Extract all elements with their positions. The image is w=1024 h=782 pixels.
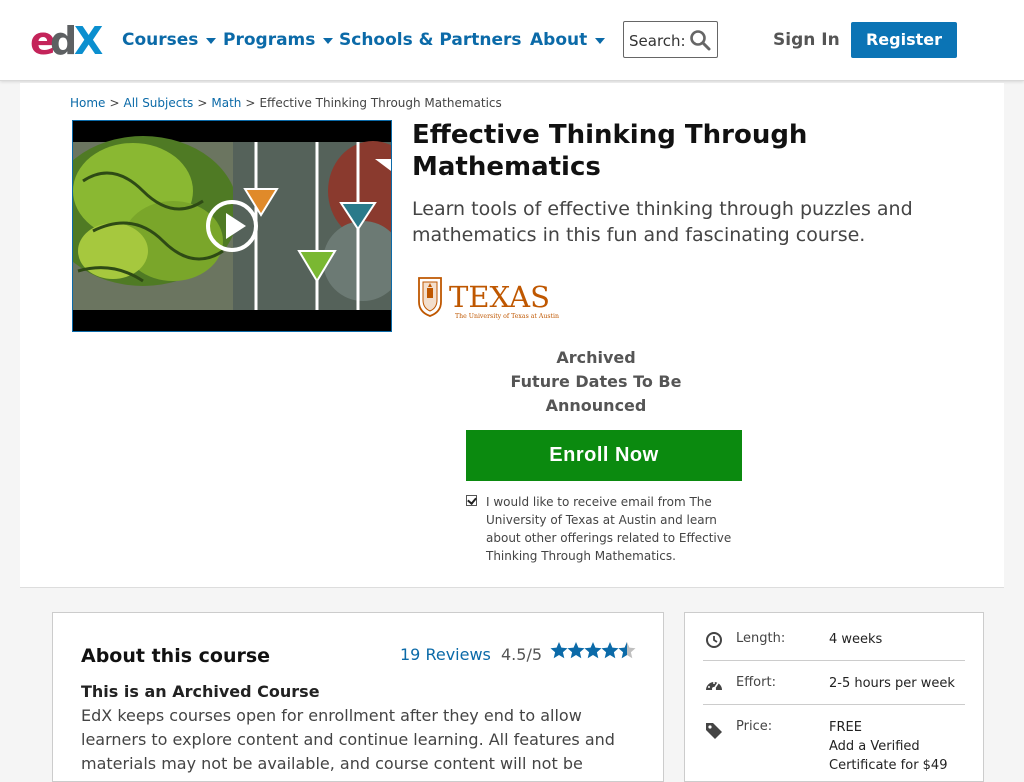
star-icon: [584, 642, 602, 659]
archived-description: EdX keeps courses open for enrollment af…: [81, 706, 615, 773]
star-icon: [567, 642, 585, 659]
reviews-link[interactable]: 19 Reviews: [400, 645, 491, 664]
nav-programs[interactable]: Programs: [223, 30, 334, 50]
nav-about-label: About: [530, 30, 588, 50]
star-rating: [550, 642, 636, 659]
status-archived: Archived: [556, 348, 636, 367]
detail-value-price: FREE Add a Verified Certificate for $49: [829, 718, 965, 775]
chevron-down-icon: [206, 38, 217, 44]
archived-heading: This is an Archived Course: [81, 682, 320, 701]
video-thumbnail: [73, 121, 391, 331]
detail-label-effort: Effort:: [736, 675, 776, 690]
about-course-card: About this course 19 Reviews 4.5/5 This …: [52, 612, 664, 782]
school-logo-subtext: The University of Texas at Austin: [455, 313, 559, 320]
sign-in-link[interactable]: Sign In: [773, 30, 840, 50]
course-title: Effective Thinking Through Mathematics: [412, 120, 808, 182]
clock-icon: [706, 632, 722, 648]
enroll-now-button[interactable]: Enroll Now: [466, 430, 742, 481]
detail-value-length: 4 weeks: [829, 632, 883, 647]
course-status: Archived Future Dates To Be Announced: [490, 346, 702, 418]
course-hero: Home > All Subjects > Math > Effective Thinkin…: [20, 83, 1004, 588]
svg-text:d: d: [50, 20, 75, 60]
rating-value: 4.5/5: [501, 645, 543, 664]
status-future-dates: Future Dates To Be Announced: [510, 372, 682, 415]
breadcrumb-separator: >: [245, 96, 256, 110]
course-video[interactable]: [72, 120, 392, 332]
breadcrumb-math[interactable]: Math: [211, 96, 241, 110]
breadcrumb-separator: >: [197, 96, 208, 110]
edx-logo[interactable]: e d X: [30, 20, 108, 60]
detail-row-length: Length: 4 weeks: [703, 613, 965, 661]
course-subtitle: Learn tools of effective thinking throug…: [412, 198, 913, 246]
site-header: e d X Courses Programs Schools & Partner…: [0, 0, 1024, 81]
nav-courses[interactable]: Courses: [122, 30, 217, 50]
texas-seal-icon: TEXAS The University of Texas at Austin: [418, 277, 559, 320]
chevron-down-icon: [323, 38, 334, 44]
register-button[interactable]: Register: [851, 22, 957, 58]
detail-label-length: Length:: [736, 631, 786, 646]
nav-schools-partners[interactable]: Schools & Partners: [339, 30, 522, 50]
detail-value-effort: 2-5 hours per week: [829, 676, 955, 691]
about-heading: About this course: [81, 645, 271, 667]
detail-row-effort: Effort: 2-5 hours per week: [703, 661, 965, 705]
nav-courses-label: Courses: [122, 30, 199, 50]
breadcrumb-all-subjects[interactable]: All Subjects: [124, 96, 194, 110]
price-verified-certificate: Add a Verified Certificate for $49: [829, 739, 948, 773]
star-half-icon-fill: [618, 642, 627, 659]
course-details-card: Length: 4 weeks Effort: 2-5 hours per we…: [684, 612, 984, 782]
search-icon[interactable]: [688, 28, 712, 52]
breadcrumb-separator: >: [109, 96, 120, 110]
search-label: Search:: [629, 32, 686, 50]
dashboard-icon: [706, 682, 722, 691]
star-icon: [601, 642, 619, 659]
nav-programs-label: Programs: [223, 30, 316, 50]
detail-row-price: Price: FREE Add a Verified Certificate f…: [703, 705, 965, 781]
school-logo[interactable]: TEXAS The University of Texas at Austin: [417, 276, 569, 322]
email-optin-label: I would like to receive email from The U…: [486, 495, 732, 563]
price-free: FREE: [829, 720, 862, 735]
breadcrumb-home[interactable]: Home: [70, 96, 105, 110]
detail-label-price: Price:: [736, 719, 773, 734]
email-optin-checkbox[interactable]: [466, 495, 477, 506]
chevron-down-icon: [595, 38, 606, 44]
nav-about[interactable]: About: [530, 30, 606, 50]
tag-icon: [706, 723, 722, 739]
breadcrumb: Home > All Subjects > Math > Effective Thinkin…: [70, 96, 502, 110]
star-icon: [550, 642, 568, 659]
breadcrumb-current: Effective Thinking Through Mathematics: [259, 96, 502, 110]
svg-text:X: X: [74, 20, 103, 60]
search-input[interactable]: Search:: [623, 21, 718, 58]
nav-schools-partners-label: Schools & Partners: [339, 30, 522, 50]
school-logo-text: TEXAS: [449, 280, 550, 314]
